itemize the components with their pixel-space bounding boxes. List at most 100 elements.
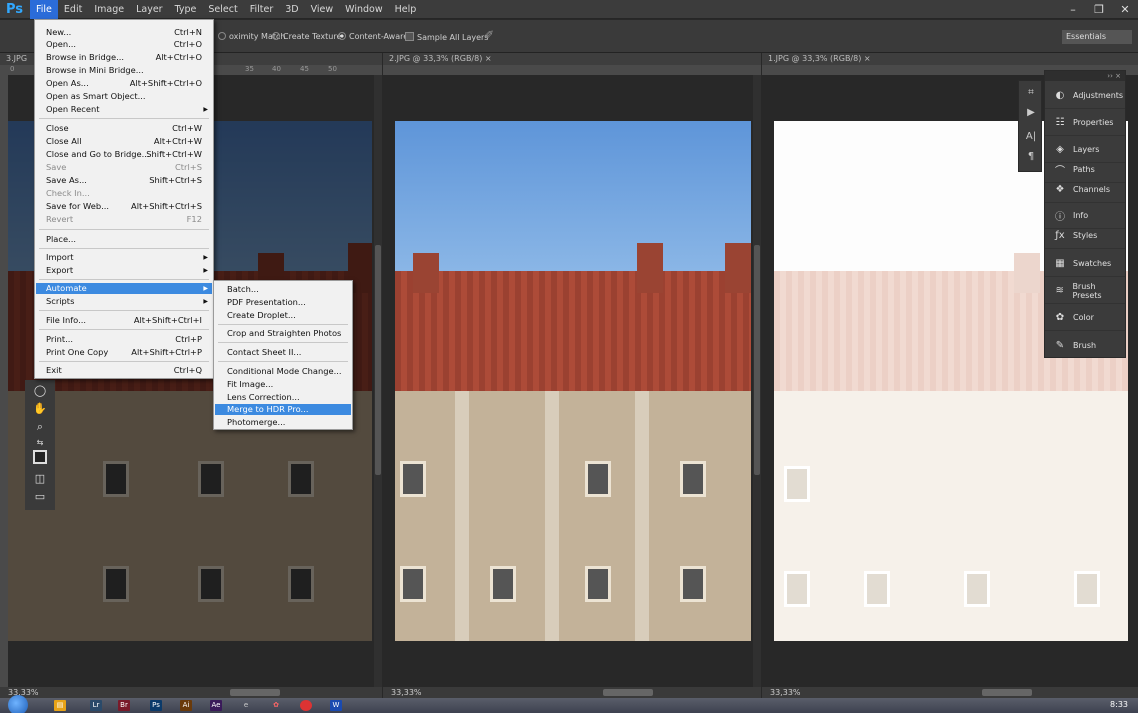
bridge-icon[interactable]: Br: [118, 700, 130, 711]
horizontal-scroll-thumb[interactable]: [230, 689, 280, 696]
ruler-tick: 50: [328, 65, 337, 73]
menu-item-crop-straighten[interactable]: Crop and Straighten Photos: [215, 328, 351, 339]
actions-play-icon[interactable]: ▶: [1023, 107, 1039, 121]
menu-item-revert[interactable]: Revert F12: [36, 214, 212, 225]
menu-item-import[interactable]: Import ▶: [36, 252, 212, 263]
menu-item-print[interactable]: Print... Ctrl+P: [36, 334, 212, 345]
panel-brush-presets[interactable]: ≋ Brush Presets: [1045, 278, 1125, 304]
panel-color[interactable]: ✿ Color: [1045, 305, 1125, 331]
panel-channels[interactable]: ❖ Channels: [1045, 177, 1125, 203]
after-effects-icon[interactable]: Ae: [210, 700, 222, 711]
clock[interactable]: 8:33: [1110, 700, 1128, 709]
quick-mask-icon[interactable]: ◫: [31, 472, 49, 486]
submenu-arrow-icon: ▶: [203, 106, 208, 113]
zoom-tool-icon[interactable]: ⌕: [31, 420, 49, 434]
word-icon[interactable]: W: [330, 700, 342, 711]
menu-image[interactable]: Image: [88, 0, 130, 19]
menu-filter[interactable]: Filter: [244, 0, 280, 19]
menu-item-open[interactable]: Open... Ctrl+O: [36, 39, 212, 50]
menu-item-close-all[interactable]: Close All Alt+Ctrl+W: [36, 136, 212, 147]
menu-window[interactable]: Window: [339, 0, 388, 19]
character-icon[interactable]: A|: [1023, 131, 1039, 145]
menu-item-close-go-bridge[interactable]: Close and Go to Bridge... Shift+Ctrl+W: [36, 149, 212, 160]
menu-item-conditional-mode-change[interactable]: Conditional Mode Change...: [215, 366, 351, 377]
menu-item-new[interactable]: New... Ctrl+N: [36, 27, 212, 38]
menu-item-browse-bridge[interactable]: Browse in Bridge... Alt+Ctrl+O: [36, 52, 212, 63]
chrome-icon[interactable]: [300, 700, 312, 711]
menu-edit[interactable]: Edit: [58, 0, 88, 19]
menu-item-browse-mini-bridge[interactable]: Browse in Mini Bridge...: [36, 65, 212, 76]
menu-item-print-one-copy[interactable]: Print One Copy Alt+Shift+Ctrl+P: [36, 347, 212, 358]
horizontal-scroll-thumb[interactable]: [982, 689, 1032, 696]
menu-item-file-info[interactable]: File Info... Alt+Shift+Ctrl+I: [36, 315, 212, 326]
menu-view[interactable]: View: [305, 0, 340, 19]
menu-item-close[interactable]: Close Ctrl+W: [36, 123, 212, 134]
app-icon[interactable]: ✿: [270, 700, 282, 711]
content-aware-option[interactable]: Content-Aware: [338, 32, 408, 41]
menu-item-open-smart-object[interactable]: Open as Smart Object...: [36, 91, 212, 102]
menu-item-fit-image[interactable]: Fit Image...: [215, 379, 351, 390]
menu-item-export[interactable]: Export ▶: [36, 265, 212, 276]
menu-layer[interactable]: Layer: [130, 0, 169, 19]
menu-item-save-for-web[interactable]: Save for Web... Alt+Shift+Ctrl+S: [36, 201, 212, 212]
panel-properties[interactable]: ☷ Properties: [1045, 110, 1125, 136]
screen-mode-icon[interactable]: ▭: [31, 490, 49, 504]
menu-item-scripts[interactable]: Scripts ▶: [36, 296, 212, 307]
horizontal-scroll-thumb[interactable]: [603, 689, 653, 696]
menu-type[interactable]: Type: [169, 0, 203, 19]
zoom-level[interactable]: 33,33%: [391, 688, 422, 697]
lightroom-icon[interactable]: Lr: [90, 700, 102, 711]
menu-item-check-in[interactable]: Check In...: [36, 188, 212, 199]
menu-item-pdf-presentation[interactable]: PDF Presentation...: [215, 297, 351, 308]
menu-item-automate[interactable]: Automate ▶: [36, 283, 212, 294]
pressure-icon[interactable]: ✐: [484, 28, 494, 42]
panel-swatches[interactable]: ▦ Swatches: [1045, 251, 1125, 277]
menu-item-exit[interactable]: Exit Ctrl+Q: [36, 365, 212, 376]
menu-item-lens-correction[interactable]: Lens Correction...: [215, 392, 351, 403]
history-icon[interactable]: ⌗: [1023, 87, 1039, 101]
panel-brush[interactable]: ✎ Brush: [1045, 332, 1125, 358]
panel-header[interactable]: ›› ×: [1045, 71, 1125, 81]
illustrator-icon[interactable]: Ai: [180, 700, 192, 711]
menu-item-save[interactable]: Save Ctrl+S: [36, 162, 212, 173]
document-tab[interactable]: 1.JPG @ 33,3% (RGB/8) ×: [762, 53, 1138, 65]
minimize-button[interactable]: –: [1060, 0, 1086, 19]
explorer-icon[interactable]: ▤: [54, 700, 66, 711]
foreground-color-swatch[interactable]: [33, 450, 47, 464]
menu-item-contact-sheet[interactable]: Contact Sheet II...: [215, 347, 351, 358]
ie-icon[interactable]: e: [240, 700, 252, 711]
menu-item-merge-to-hdr-pro[interactable]: Merge to HDR Pro...: [215, 404, 351, 415]
scroll-thumb[interactable]: [375, 245, 381, 475]
panel-adjustments[interactable]: ◐ Adjustments: [1045, 83, 1125, 109]
photoshop-icon[interactable]: Ps: [150, 700, 162, 711]
create-texture-option[interactable]: Create Texture: [272, 32, 341, 41]
menu-item-photomerge[interactable]: Photomerge...: [215, 417, 351, 428]
vertical-scrollbar[interactable]: [753, 75, 761, 688]
panel-label: Brush: [1073, 340, 1097, 350]
menu-help[interactable]: Help: [389, 0, 423, 19]
hand-tool-icon[interactable]: ✋: [31, 402, 49, 416]
workspace-switcher[interactable]: Essentials: [1062, 30, 1132, 44]
restore-button[interactable]: ❐: [1086, 0, 1112, 19]
panel-styles[interactable]: ƒx Styles: [1045, 223, 1125, 249]
ellipse-marquee-icon[interactable]: ◯: [31, 384, 49, 398]
panel-label: Channels: [1073, 185, 1111, 194]
sample-all-layers-checkbox[interactable]: Sample All Layers: [405, 32, 488, 42]
scroll-thumb[interactable]: [754, 245, 760, 475]
close-button[interactable]: ✕: [1112, 0, 1138, 19]
start-button[interactable]: [8, 695, 28, 713]
document-tab[interactable]: 2.JPG @ 33,3% (RGB/8) ×: [383, 53, 761, 65]
menu-item-place[interactable]: Place...: [36, 234, 212, 245]
tools-panel: ◯ ✋ ⌕ ⇆ ◫ ▭: [25, 380, 55, 510]
vertical-scrollbar[interactable]: [374, 75, 382, 688]
menu-item-save-as[interactable]: Save As... Shift+Ctrl+S: [36, 175, 212, 186]
menu-select[interactable]: Select: [202, 0, 243, 19]
menu-3d[interactable]: 3D: [279, 0, 304, 19]
menu-item-open-recent[interactable]: Open Recent ▶: [36, 104, 212, 115]
menu-file[interactable]: File: [30, 0, 58, 19]
menu-item-create-droplet[interactable]: Create Droplet...: [215, 310, 351, 321]
paragraph-icon[interactable]: ¶: [1023, 151, 1039, 165]
menu-item-batch[interactable]: Batch...: [215, 284, 351, 295]
zoom-level[interactable]: 33,33%: [770, 688, 801, 697]
menu-item-open-as[interactable]: Open As... Alt+Shift+Ctrl+O: [36, 78, 212, 89]
